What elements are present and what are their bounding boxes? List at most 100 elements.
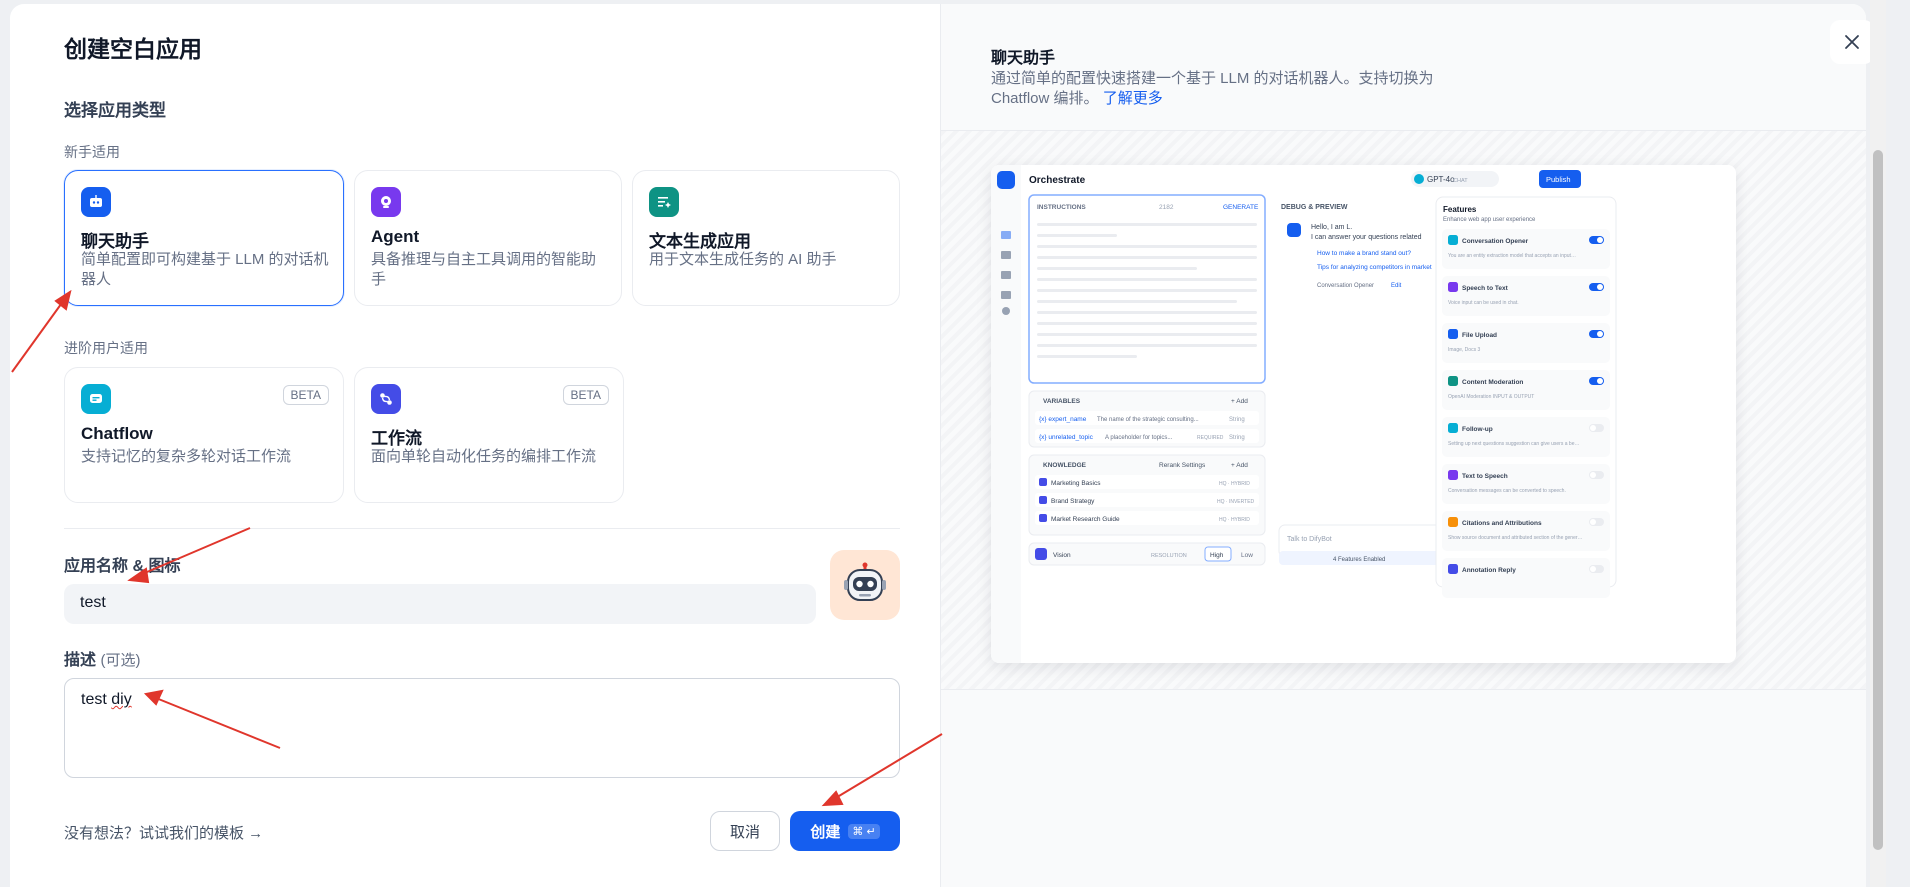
shot-model: GPT-4o <box>1427 175 1455 184</box>
agent-icon <box>371 187 401 217</box>
app-icon-picker[interactable] <box>830 550 900 620</box>
group-label-advanced: 进阶用户适用 <box>64 340 148 356</box>
feature-title: Conversation Opener <box>1462 238 1529 245</box>
section-divider <box>64 528 900 529</box>
app-type-card-workflow[interactable]: BETA 工作流 面向单轮自动化任务的编排工作流 <box>354 367 624 503</box>
feature-icon <box>1448 470 1458 480</box>
beta-badge: BETA <box>282 385 329 405</box>
feature-title: Annotation Reply <box>1462 567 1516 574</box>
placeholder-line <box>1037 344 1257 347</box>
app-type-name: 聊天助手 <box>81 232 149 251</box>
feature-icon <box>1448 329 1458 339</box>
feature-desc: Setting up next questions suggestion can… <box>1448 441 1579 447</box>
app-name-label: 应用名称 & 图标 <box>64 558 181 575</box>
shot-variables: VARIABLES <box>1043 398 1081 405</box>
feature-icon <box>1448 235 1458 245</box>
feature-row <box>1442 558 1610 598</box>
shot-sugg1: How to make a brand stand out? <box>1317 250 1411 257</box>
app-type-desc: 支持记忆的复杂多轮对话工作流 <box>81 448 292 465</box>
placeholder-line <box>1037 234 1117 237</box>
description-label: 描述 (可选) <box>64 646 140 670</box>
shot-edit: Edit <box>1391 283 1402 289</box>
app-type-card-chatflow[interactable]: BETA Chatflow 支持记忆的复杂多轮对话工作流 <box>64 367 344 503</box>
feature-row <box>1442 370 1610 410</box>
app-type-desc: 面向单轮自动化任务的编排工作流 <box>371 448 597 465</box>
feature-row <box>1442 229 1610 269</box>
feature-title: Text to Speech <box>1462 473 1508 480</box>
description-label-text: 描述 <box>64 652 97 669</box>
learn-more-link[interactable]: 了解更多 <box>1103 90 1163 107</box>
close-icon <box>1845 35 1859 49</box>
optional-hint: (可选) <box>100 652 141 669</box>
placeholder-line <box>1037 322 1257 325</box>
description-text-misspelled: diy <box>111 691 132 708</box>
shot-kb1-tag: HQ · HYBRID <box>1219 481 1250 487</box>
preview-description-text: 通过简单的配置快速搭建一个基于 LLM 的对话机器人。支持切换为 Chatflo… <box>991 70 1434 107</box>
scrollbar-thumb[interactable] <box>1873 150 1883 850</box>
shot-resolution: RESOLUTION <box>1151 553 1187 559</box>
feature-row <box>1442 464 1610 504</box>
feature-icon <box>1448 423 1458 433</box>
shot-low: Low <box>1241 552 1253 559</box>
placeholder-line <box>1037 333 1257 336</box>
shot-var1: {x} expert_name <box>1039 416 1087 423</box>
shot-var2-desc: A placeholder for topics... <box>1105 435 1173 441</box>
shot-publish: Publish <box>1546 175 1571 184</box>
feature-title: Speech to Text <box>1462 285 1509 292</box>
shot-var2: {x} unrelated_topic <box>1039 434 1094 441</box>
app-type-desc: 简单配置即可构建基于 LLM 的对话机器人 <box>81 251 329 288</box>
create-button[interactable]: 创建 ⌘ ↵ <box>790 811 900 851</box>
page-scrollbar[interactable] <box>1870 0 1886 887</box>
feature-toggle-knob <box>1590 472 1596 478</box>
shot-hello2: I can answer your questions related <box>1311 234 1422 241</box>
placeholder-line <box>1037 300 1237 303</box>
feature-row <box>1442 323 1610 363</box>
feature-title: File Upload <box>1462 332 1497 339</box>
app-type-name: 工作流 <box>371 429 422 448</box>
description-textarea[interactable]: test diy <box>64 678 900 778</box>
feature-row <box>1442 276 1610 316</box>
close-button[interactable] <box>1830 20 1874 64</box>
preview-panel: 聊天助手 通过简单的配置快速搭建一个基于 LLM 的对话机器人。支持切换为 Ch… <box>940 4 1866 887</box>
feature-toggle-knob <box>1590 425 1596 431</box>
template-link[interactable]: 没有想法？试试我们的模板 → <box>64 822 263 843</box>
preview-description: 通过简单的配置快速搭建一个基于 LLM 的对话机器人。支持切换为 Chatflo… <box>991 69 1461 109</box>
feature-title: Content Moderation <box>1462 379 1523 386</box>
create-app-dialog: 创建空白应用 选择应用类型 新手适用 聊天助手 简单配置即可构建基于 LLM 的… <box>10 4 1866 887</box>
dialog-title: 创建空白应用 <box>64 36 202 62</box>
shot-rerank: Rerank Settings <box>1159 462 1206 469</box>
shot-instructions-count: 2182 <box>1159 204 1174 211</box>
feature-toggle-knob <box>1590 519 1596 525</box>
chat-bot-icon <box>81 187 111 217</box>
cancel-button[interactable]: 取消 <box>710 811 780 851</box>
placeholder-line <box>1037 311 1257 314</box>
feature-desc: Image, Docs 3 <box>1448 347 1480 353</box>
create-form-panel: 创建空白应用 选择应用类型 新手适用 聊天助手 简单配置即可构建基于 LLM 的… <box>10 4 940 887</box>
shot-instructions: INSTRUCTIONS <box>1037 204 1086 211</box>
feature-icon <box>1448 282 1458 292</box>
app-name-input[interactable]: test <box>64 584 816 624</box>
shot-logo-icon <box>997 171 1015 189</box>
shot-var1-desc: The name of the strategic consulting... <box>1097 417 1199 423</box>
shot-kb2: Brand Strategy <box>1051 498 1095 505</box>
shot-var2-req: REQUIRED <box>1197 435 1224 441</box>
app-type-desc: 具备推理与自主工具调用的智能助手 <box>371 251 597 288</box>
feature-toggle-knob <box>1590 566 1596 572</box>
feature-toggle-knob <box>1597 284 1603 290</box>
shot-kb3: Market Research Guide <box>1051 516 1120 523</box>
beta-badge: BETA <box>562 385 609 405</box>
shot-talk: Talk to DifyBot <box>1287 536 1332 543</box>
feature-toggle-knob <box>1597 331 1603 337</box>
shot-var1-type: String <box>1229 417 1245 423</box>
shot-sugg2: Tips for analyzing competitors in market <box>1317 264 1432 271</box>
shot-features-enabled: 4 Features Enabled <box>1333 557 1385 563</box>
app-type-name: Chatflow <box>81 424 153 443</box>
app-type-card-agent[interactable]: Agent 具备推理与自主工具调用的智能助手 <box>354 170 622 306</box>
text-gen-icon <box>649 187 679 217</box>
app-type-card-chat[interactable]: 聊天助手 简单配置即可构建基于 LLM 的对话机器人 <box>64 170 344 306</box>
feature-toggle-knob <box>1597 237 1603 243</box>
feature-desc: Show source document and attributed sect… <box>1448 535 1583 541</box>
preview-screenshot: Orchestrate GPT-4o CHAT Publish INSTRUCT… <box>991 165 1736 663</box>
app-type-name: 文本生成应用 <box>649 232 751 251</box>
app-type-card-completion[interactable]: 文本生成应用 用于文本生成任务的 AI 助手 <box>632 170 900 306</box>
